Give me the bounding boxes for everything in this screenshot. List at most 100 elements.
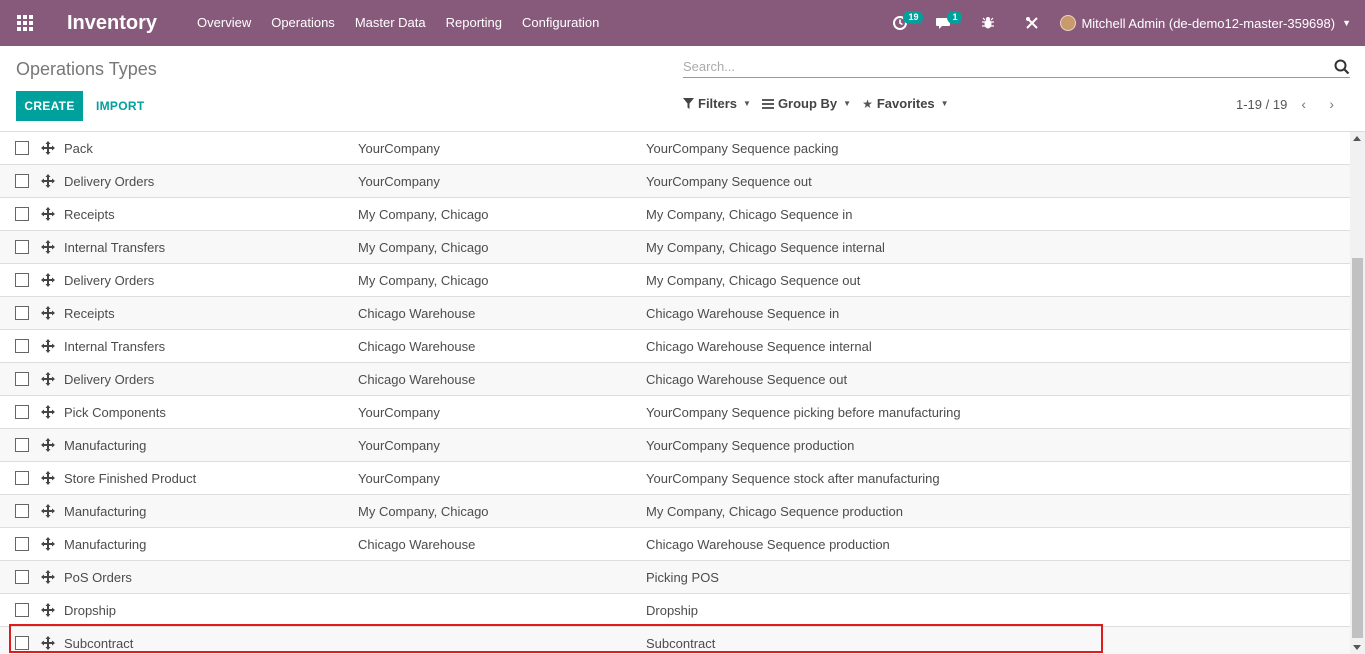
drag-handle-icon[interactable] [41,141,55,155]
drag-handle-icon[interactable] [41,306,55,320]
cell-sequence: My Company, Chicago Sequence in [646,206,853,222]
table-row[interactable]: Internal Transfers Chicago Warehouse Chica… [0,330,1350,363]
menu-master-data[interactable]: Master Data [345,0,436,46]
table-row[interactable]: Dropship Dropship [0,594,1350,627]
row-checkbox[interactable] [15,537,29,551]
scrollbar-thumb[interactable] [1352,258,1363,638]
drag-handle-icon[interactable] [41,339,55,353]
cell-sequence: YourCompany Sequence packing [646,140,839,156]
row-checkbox[interactable] [15,141,29,155]
table-row[interactable]: Internal Transfers My Company, Chicago My … [0,231,1350,264]
cell-operation-type: Delivery Orders [64,272,155,288]
row-checkbox[interactable] [15,471,29,485]
list-icon [761,98,774,109]
table-row[interactable]: Pick Components YourCompany YourCompany Se… [0,396,1350,429]
menu-configuration[interactable]: Configuration [512,0,609,46]
row-checkbox[interactable] [15,603,29,617]
debug-bug-icon[interactable] [972,0,1004,46]
cell-operation-type: Store Finished Product [64,470,197,486]
filters-dropdown[interactable]: Filters ▼ [683,96,751,111]
menu-reporting[interactable]: Reporting [436,0,512,46]
drag-handle-icon[interactable] [41,174,55,188]
drag-handle-icon[interactable] [41,405,55,419]
scroll-down-icon[interactable] [1353,645,1361,650]
table-row[interactable]: Pack YourCompany YourCompany Sequence pack… [0,132,1350,165]
search-input[interactable] [683,59,1334,74]
activity-icon[interactable]: 19 [884,0,924,46]
user-menu[interactable]: Mitchell Admin (de-demo12-master-359698)… [1060,15,1351,31]
row-checkbox[interactable] [15,306,29,320]
chevron-left-icon[interactable]: ‹ [1301,96,1315,112]
table-row[interactable]: Store Finished Product YourCompany YourCom… [0,462,1350,495]
cell-operation-type: Manufacturing [64,503,147,519]
row-checkbox[interactable] [15,339,29,353]
row-checkbox[interactable] [15,273,29,287]
group-by-dropdown[interactable]: Group By ▼ [761,96,852,111]
row-checkbox[interactable] [15,438,29,452]
caret-down-icon: ▼ [843,99,852,108]
messages-icon[interactable]: 1 [928,0,963,46]
main-menu: Overview Operations Master Data Reportin… [187,0,609,46]
scrollbar[interactable] [1350,132,1365,654]
row-checkbox[interactable] [15,405,29,419]
cell-sequence: YourCompany Sequence production [646,437,855,453]
app-title[interactable]: Inventory [67,12,157,35]
search-icon[interactable] [1334,59,1350,75]
group-by-label: Group By [777,96,838,111]
cell-sequence: My Company, Chicago Sequence production [646,503,904,519]
favorites-dropdown[interactable]: ★ Favorites ▼ [862,96,949,111]
table-row[interactable]: Delivery Orders My Company, Chicago My Com… [0,264,1350,297]
drag-handle-icon[interactable] [41,240,55,254]
row-checkbox[interactable] [15,570,29,584]
cell-operation-type: Receipts [64,206,115,222]
menu-operations[interactable]: Operations [261,0,345,46]
table-row[interactable]: Manufacturing Chicago Warehouse Chicago Wa… [0,528,1350,561]
table-row[interactable]: PoS Orders Picking POS [0,561,1350,594]
pager-value[interactable]: 1-19 / 19 [1236,97,1287,112]
tools-icon[interactable] [1016,0,1048,46]
row-checkbox[interactable] [15,174,29,188]
row-checkbox[interactable] [15,504,29,518]
drag-handle-icon[interactable] [41,471,55,485]
drag-handle-icon[interactable] [41,570,55,584]
drag-handle-icon[interactable] [41,207,55,221]
drag-handle-icon[interactable] [41,273,55,287]
chevron-right-icon[interactable]: › [1329,96,1343,112]
row-checkbox[interactable] [15,372,29,386]
filters-label: Filters [698,96,738,111]
table-row[interactable]: Subcontract Subcontract [0,627,1350,654]
row-checkbox[interactable] [15,240,29,254]
cell-sequence: YourCompany Sequence stock after manufac… [646,470,940,486]
table-row[interactable]: Receipts My Company, Chicago My Company, C… [0,198,1350,231]
import-button[interactable]: IMPORT [88,91,152,121]
apps-menu-icon[interactable] [0,0,50,46]
drag-handle-icon[interactable] [41,438,55,452]
table-row[interactable]: Manufacturing YourCompany YourCompany Sequ… [0,429,1350,462]
cell-operation-type: PoS Orders [64,569,132,585]
table-row[interactable]: Manufacturing My Company, Chicago My Compa… [0,495,1350,528]
drag-handle-icon[interactable] [41,372,55,386]
drag-handle-icon[interactable] [41,504,55,518]
row-checkbox[interactable] [15,636,29,650]
cell-sequence: Chicago Warehouse Sequence internal [646,338,872,354]
scroll-up-icon[interactable] [1353,136,1361,141]
cell-operation-type: Internal Transfers [64,338,166,354]
drag-handle-icon[interactable] [41,636,55,650]
create-button[interactable]: CREATE [16,91,83,121]
drag-handle-icon[interactable] [41,603,55,617]
table-row[interactable]: Receipts Chicago Warehouse Chicago Warehou… [0,297,1350,330]
cell-operation-type: Dropship [64,602,117,618]
caret-down-icon: ▼ [743,99,751,108]
cell-warehouse: YourCompany [358,470,440,486]
cell-warehouse: My Company, Chicago [358,206,489,222]
table-row[interactable]: Delivery Orders YourCompany YourCompany Se… [0,165,1350,198]
page-title[interactable]: Operations Types [16,59,157,80]
cell-sequence: YourCompany Sequence out [646,173,812,189]
table-row[interactable]: Delivery Orders Chicago Warehouse Chicago … [0,363,1350,396]
menu-overview[interactable]: Overview [187,0,261,46]
cell-sequence: YourCompany Sequence picking before manu… [646,404,961,420]
row-checkbox[interactable] [15,207,29,221]
cell-warehouse: Chicago Warehouse [358,371,476,387]
drag-handle-icon[interactable] [41,537,55,551]
cell-warehouse: Chicago Warehouse [358,536,476,552]
